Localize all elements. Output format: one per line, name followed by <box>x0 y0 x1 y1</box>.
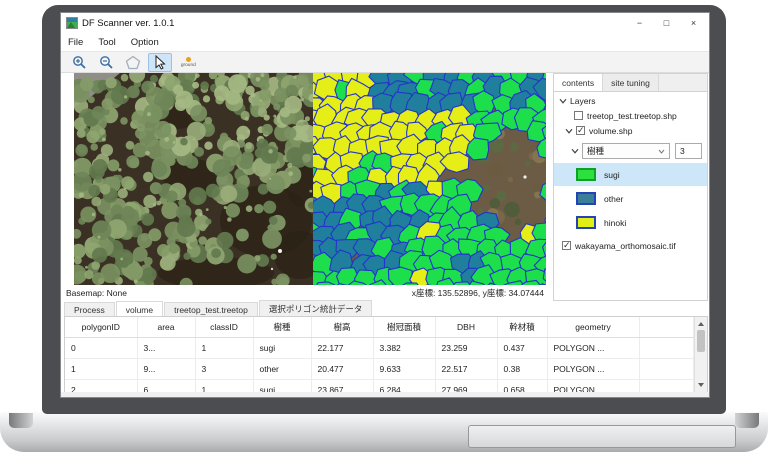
sidebar-tab-site-tuning[interactable]: site tuning <box>603 74 659 91</box>
polygon-tool-button[interactable] <box>121 53 145 72</box>
sidebar-tabs: contentssite tuning <box>554 74 707 92</box>
table-header-item[interactable]: 樹高 <box>311 317 373 338</box>
toolbar: ground <box>61 51 709 73</box>
zoom-out-button[interactable] <box>94 53 118 72</box>
legend-swatch <box>576 168 596 181</box>
layer-label: volume.shp <box>589 126 632 136</box>
layer-checkbox[interactable] <box>574 111 583 120</box>
tree-item-volume-shp[interactable]: volume.shp <box>554 124 707 137</box>
legend-swatch <box>576 216 596 229</box>
zoom-in-icon <box>72 55 87 70</box>
layers-sidebar: contentssite tuning Layers treetop_test.t… <box>553 73 708 301</box>
attribute-row: 樹種 3 <box>570 142 707 160</box>
app-icon <box>66 17 78 29</box>
layers-root-label: Layers <box>570 96 596 106</box>
ground-point-icon <box>186 57 191 62</box>
table-header-geometry[interactable]: geometry <box>547 317 639 338</box>
legend-item-sugi[interactable]: sugi <box>554 163 707 186</box>
orthophoto-panel[interactable] <box>74 73 313 285</box>
laptop-hinge-right <box>735 413 759 428</box>
bottom-tab-volume[interactable]: volume <box>116 301 163 316</box>
chevron-down-icon <box>564 128 573 134</box>
status-bar: Basemap: None x座標: 135.52896, y座標: 34.07… <box>64 286 546 299</box>
menu-bar: File Tool Option <box>61 33 709 51</box>
bottom-tab-item[interactable]: 選択ポリゴン統計データ <box>259 300 373 316</box>
legend-label: other <box>604 194 623 204</box>
sidebar-tab-contents[interactable]: contents <box>554 74 603 91</box>
close-button[interactable]: × <box>680 13 707 32</box>
window-title: DF Scanner ver. 1.0.1 <box>82 18 174 29</box>
table-header-dbh[interactable]: DBH <box>435 317 497 338</box>
table-header-item[interactable]: 樹冠面積 <box>373 317 435 338</box>
scroll-thumb[interactable] <box>697 330 705 352</box>
layer-checkbox[interactable] <box>576 126 585 135</box>
menu-item-option[interactable]: Option <box>131 37 159 48</box>
chevron-down-icon <box>658 146 665 156</box>
menu-item-file[interactable]: File <box>68 37 83 48</box>
window-footer <box>61 392 709 397</box>
table-row[interactable]: 03...1sugi22.1773.38223.2590.437POLYGON … <box>65 338 694 359</box>
species-dropdown-value: 樹種 <box>587 145 604 157</box>
bottom-tab-treetop-test-treetop[interactable]: treetop_test.treetop <box>164 302 258 316</box>
laptop-base <box>0 412 768 452</box>
select-tool-button[interactable] <box>148 53 172 72</box>
layer-label: wakayama_orthomosaic.tif <box>575 241 676 251</box>
species-dropdown[interactable]: 樹種 <box>582 143 670 159</box>
layers-tree: Layers treetop_test.treetop.shp volume.shp… <box>554 94 707 252</box>
table-header-item[interactable]: 幹材積 <box>497 317 547 338</box>
zoom-out-icon <box>99 55 114 70</box>
polygon-icon <box>125 55 141 70</box>
tree-item-layers[interactable]: Layers <box>554 94 707 107</box>
tree-item-treetop-test-treetop-shp[interactable]: treetop_test.treetop.shp <box>554 109 707 122</box>
ground-tool-button[interactable]: ground <box>175 53 201 71</box>
coords-label: x座標: 135.52896, y座標: 34.07444 <box>412 287 544 299</box>
legend-swatch <box>576 192 596 205</box>
segmentation-panel[interactable] <box>313 73 546 285</box>
minimize-button[interactable]: − <box>626 13 653 32</box>
app-window: DF Scanner ver. 1.0.1 − □ × File Tool Opti… <box>60 12 710 398</box>
title-bar[interactable]: DF Scanner ver. 1.0.1 − □ × <box>61 13 709 33</box>
map-view <box>74 73 546 285</box>
layer-checkbox[interactable] <box>562 241 571 250</box>
bottom-tab-bar: Processvolumetreetop_test.treetop選択ポリゴン統… <box>64 301 706 316</box>
chevron-down-icon <box>558 98 567 104</box>
table-row[interactable]: 26...1sugi23.8676.28427.9690.658POLYGON … <box>65 380 694 393</box>
table-header-polygonid[interactable]: polygonID <box>65 317 137 338</box>
tree-item-wakayama-orthomosaic-tif[interactable]: wakayama_orthomosaic.tif <box>554 239 707 252</box>
zoom-in-button[interactable] <box>67 53 91 72</box>
scroll-down-icon[interactable] <box>698 383 704 387</box>
legend-item-hinoki[interactable]: hinoki <box>554 211 707 234</box>
legend-item-other[interactable]: other <box>554 187 707 210</box>
maximize-button[interactable]: □ <box>653 13 680 32</box>
table-header-classid[interactable]: classID <box>195 317 253 338</box>
basemap-label: Basemap: None <box>66 288 127 298</box>
ground-tool-label: ground <box>181 63 196 67</box>
layer-label: treetop_test.treetop.shp <box>587 111 677 121</box>
table-header-item[interactable]: 樹種 <box>253 317 311 338</box>
scroll-up-icon[interactable] <box>698 322 704 326</box>
attribute-table: polygonIDareaclassID樹種樹高樹冠面積DBH幹材積geomet… <box>65 317 694 392</box>
legend-label: hinoki <box>604 218 626 228</box>
chevron-down-icon <box>570 148 579 154</box>
table-row[interactable]: 19...3other20.4779.63322.5170.38POLYGON … <box>65 359 694 380</box>
laptop-base-notch <box>468 425 736 448</box>
table-header-area[interactable]: area <box>137 317 195 338</box>
attribute-table-wrap: polygonIDareaclassID樹種樹高樹冠面積DBH幹材積geomet… <box>64 316 708 393</box>
class-count-input[interactable]: 3 <box>675 143 702 159</box>
bottom-tab-process[interactable]: Process <box>64 302 115 316</box>
laptop-hinge-left <box>9 413 33 428</box>
table-scrollbar[interactable] <box>694 317 707 392</box>
legend-label: sugi <box>604 170 620 180</box>
menu-item-tool[interactable]: Tool <box>98 37 115 48</box>
cursor-icon <box>154 55 167 70</box>
